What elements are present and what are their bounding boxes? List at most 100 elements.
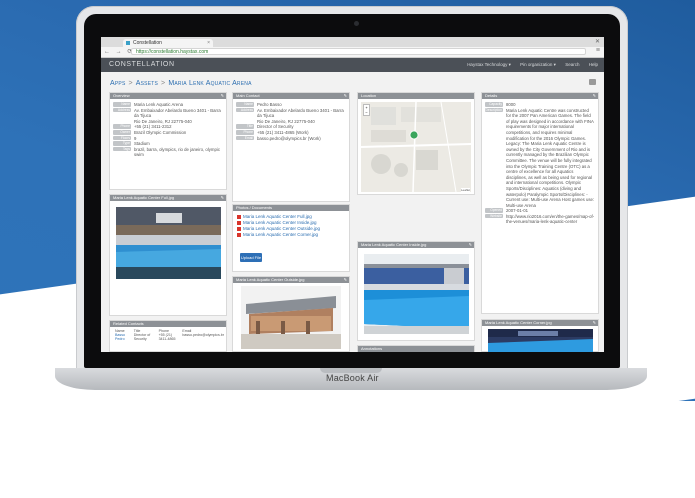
- browser-menu-icon[interactable]: ≡: [596, 47, 600, 54]
- field-label: Phone: [113, 124, 131, 129]
- field-label: Email: [236, 135, 254, 141]
- edit-icon[interactable]: ✎: [593, 320, 596, 326]
- outside-photo-header: Maria Lenk Aquatic Center Outside.jpg ✎: [233, 277, 349, 283]
- image-file-icon: [237, 226, 241, 231]
- field-label: Floors: [113, 135, 131, 141]
- nav-help[interactable]: Help: [589, 62, 598, 67]
- contact-row: Address Av. Embaixador Abelardo Bueno 340…: [236, 107, 346, 119]
- location-header: Location: [358, 93, 474, 99]
- contacts-table: Name Title Phone Email Basso Pedro Direc…: [113, 329, 226, 341]
- arena-outside-photo: [241, 286, 341, 349]
- field-label: Name: [113, 102, 131, 107]
- field-label: Website: [485, 213, 503, 219]
- browser-tab[interactable]: Constellation ×: [123, 39, 213, 47]
- window-close-icon[interactable]: ✕: [595, 38, 600, 45]
- image-file-icon: [237, 232, 241, 237]
- edit-icon[interactable]: ✎: [221, 93, 224, 99]
- contact-row: Email basso.pedro@olympics.br (Work): [236, 135, 346, 142]
- outside-photo-panel: Maria Lenk Aquatic Center Outside.jpg ✎: [232, 276, 350, 352]
- file-link[interactable]: Maria Lenk Aquatic Center Corner.jpg: [237, 232, 345, 238]
- overview-row: Tags brazil, barra, olympics, rio de jane…: [113, 146, 223, 158]
- edit-icon[interactable]: ✎: [593, 93, 596, 99]
- full-photo-panel: Maria Lenk Aquatic Center Full.jpg ✎: [109, 194, 227, 316]
- annotations-panel: Annotations: [357, 345, 475, 352]
- photos-header: Photos / Documents: [233, 205, 349, 211]
- breadcrumb-apps[interactable]: Apps: [110, 80, 125, 87]
- app-header: CONSTELLATION Haystax Technology ▾ Pin o…: [101, 58, 604, 72]
- main-contact-panel: Main Contact ✎ Name Pedro Basso Address Av. …: [232, 92, 350, 202]
- tab-title: Constellation: [133, 40, 162, 46]
- photos-panel: Photos / Documents Maria Lenk Aquatic Ce…: [232, 204, 350, 272]
- field-value: basso.pedro@olympics.br (Work): [257, 135, 321, 141]
- field-value: Maria Lenk Aquatic Centre was constructe…: [506, 107, 595, 208]
- breadcrumb-assets[interactable]: Assets: [136, 80, 158, 87]
- breadcrumb: Apps > Assets > Maria Lenk Aquatic Arena: [110, 80, 252, 87]
- details-row: Website http://www.rio2016.com/en/the-gam…: [485, 213, 595, 225]
- field-label: Owner: [113, 129, 131, 135]
- nav-org[interactable]: Haystax Technology ▾: [467, 62, 511, 67]
- pool-inside-photo: [364, 254, 469, 334]
- field-label: Address: [236, 107, 254, 113]
- favicon-icon: [126, 41, 130, 45]
- nav-pin-org[interactable]: Pin organization ▾: [520, 62, 556, 67]
- details-panel: Details ✎ Capacity 8000 Description Maria Le…: [481, 92, 599, 314]
- related-contacts-header: Related Contacts: [110, 321, 226, 327]
- map-credit: Leaflet: [460, 188, 470, 192]
- full-photo-header: Maria Lenk Aquatic Center Full.jpg ✎: [110, 195, 226, 201]
- field-label: Type: [113, 141, 131, 146]
- pool-corner-photo: [488, 329, 593, 352]
- annotations-header: Annotations: [358, 346, 474, 352]
- contact-email: basso.pedro@olympics.br: [182, 333, 224, 337]
- location-panel: Location + − Leaflet: [357, 92, 475, 195]
- upload-button[interactable]: Upload File: [240, 253, 262, 262]
- map[interactable]: + − Leaflet: [361, 102, 471, 192]
- overview-panel: Overview ✎ Name Maria Lenk Aquatic Arena Ad…: [109, 92, 227, 190]
- main-contact-header: Main Contact ✎: [233, 93, 349, 99]
- address-bar-row: ← → ⟳ https://constellation.haystax.com …: [101, 47, 604, 58]
- field-label: Opened: [485, 208, 503, 213]
- image-file-icon: [237, 220, 241, 225]
- edit-icon[interactable]: ✎: [344, 93, 347, 99]
- inside-photo-header: Maria Lenk Aquatic Center Inside.jpg ✎: [358, 242, 474, 248]
- field-label: Capacity: [485, 102, 503, 107]
- field-label: Tags: [113, 146, 131, 152]
- contact-phone: +55 (21) 3411-4865: [158, 333, 176, 341]
- field-value: http://www.rio2016.com/en/the-games/map-…: [506, 213, 595, 225]
- browser-tab-bar: Constellation × ✕: [101, 37, 604, 47]
- camera-icon: [354, 21, 359, 26]
- details-header: Details ✎: [482, 93, 598, 99]
- image-file-icon: [237, 214, 241, 219]
- breadcrumb-current: Maria Lenk Aquatic Arena: [168, 80, 252, 87]
- edit-icon[interactable]: ✎: [469, 242, 472, 248]
- edit-icon[interactable]: ✎: [221, 195, 224, 201]
- tab-close-icon[interactable]: ×: [207, 39, 210, 47]
- edit-icon[interactable]: ✎: [344, 277, 347, 283]
- field-label: Phone: [236, 129, 254, 135]
- url-field[interactable]: https://constellation.haystax.com: [131, 48, 586, 55]
- screen: Constellation × ✕ ← → ⟳ https://constell…: [101, 37, 604, 352]
- nav-search[interactable]: Search: [565, 62, 579, 67]
- laptop-label: MacBook Air: [326, 373, 379, 383]
- field-label: Description: [485, 107, 503, 113]
- overview-row: Address Av. Embaixador Abelardo Bueno 340…: [113, 107, 223, 119]
- print-icon[interactable]: [589, 79, 596, 85]
- table-row[interactable]: Basso Pedro Director of Security +55 (21…: [113, 333, 226, 341]
- details-row: Description Maria Lenk Aquatic Centre was…: [485, 107, 595, 209]
- field-label: Title: [236, 124, 254, 129]
- pool-full-photo: [116, 207, 221, 279]
- field-value: Av. Embaixador Abelardo Bueno 3401 - Bar…: [257, 107, 344, 119]
- contact-name: Basso Pedro: [115, 333, 125, 341]
- inside-photo-panel: Maria Lenk Aquatic Center Inside.jpg ✎: [357, 241, 475, 341]
- field-label: Address: [113, 107, 131, 113]
- corner-photo-panel: Maria Lenk Aquatic Center Corner.jpg ✎: [481, 319, 599, 352]
- field-value: Av. Embaixador Abelardo Bueno 3401 - Bar…: [134, 107, 221, 119]
- related-contacts-panel: Related Contacts Name Title Phone Email …: [109, 320, 227, 352]
- app-logo[interactable]: CONSTELLATION: [109, 61, 175, 68]
- field-value: brazil, barra, olympics, rio de janeiro,…: [134, 146, 220, 158]
- overview-header: Overview ✎: [110, 93, 226, 99]
- contact-title: Director of Security: [133, 333, 151, 341]
- field-label: Name: [236, 102, 254, 107]
- zoom-controls[interactable]: + −: [363, 104, 370, 116]
- top-nav: Haystax Technology ▾ Pin organization ▾ …: [459, 62, 598, 68]
- nav-buttons[interactable]: ← → ⟳: [104, 48, 134, 55]
